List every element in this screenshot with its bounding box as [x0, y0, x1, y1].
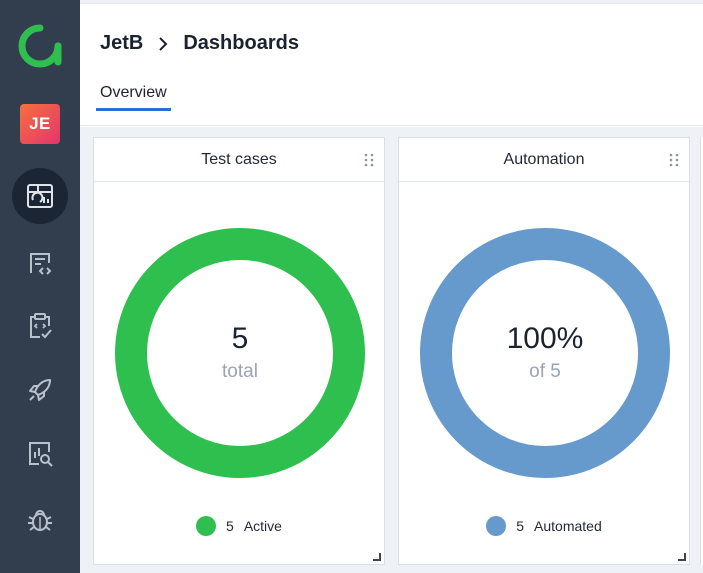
breadcrumb-project[interactable]: JetB	[100, 32, 143, 55]
widget-subtitle: of 5	[529, 361, 561, 382]
donut-chart[interactable]: 5 total	[114, 227, 366, 479]
legend-dot-automated	[486, 516, 507, 536]
sidebar-item-defects[interactable]	[12, 492, 68, 548]
widget-title: Test cases	[94, 138, 384, 182]
breadcrumb-page: Dashboards	[183, 32, 299, 54]
widget-legend: 5 Active	[94, 516, 384, 536]
sidebar: JE	[0, 0, 80, 573]
dashboard-icon	[27, 184, 53, 208]
donut-chart[interactable]: 100% of 5	[419, 227, 671, 479]
widget-title-text: Automation	[503, 150, 585, 168]
page-header: JetB Dashboards Overview	[80, 4, 703, 126]
sidebar-item-launches[interactable]	[12, 362, 68, 418]
tab-overview[interactable]: Overview	[96, 80, 171, 111]
legend-dot-active	[196, 516, 217, 536]
resize-handle-icon[interactable]	[678, 553, 686, 561]
resize-handle-icon[interactable]	[373, 553, 381, 561]
drag-handle-icon[interactable]	[669, 153, 679, 167]
breadcrumb: JetB Dashboards	[100, 32, 299, 55]
drag-handle-icon[interactable]	[364, 153, 374, 167]
bug-icon	[28, 510, 52, 531]
legend-count: 5	[226, 518, 234, 534]
widget-subtitle: total	[222, 361, 258, 382]
widget-value: 100%	[506, 322, 584, 355]
tab-bar: Overview	[96, 80, 171, 111]
chart-search-icon	[29, 442, 53, 467]
widget-title: Automation	[399, 138, 689, 182]
chevron-right-icon	[157, 36, 169, 52]
dashboard-content: Test cases 5 total 5 Active Automation 1…	[80, 127, 703, 573]
sidebar-item-test-plans[interactable]	[12, 298, 68, 354]
legend-label: Active	[243, 518, 282, 534]
widget-automation: Automation 100% of 5 5 Automated	[398, 137, 690, 565]
legend-label: Automated	[534, 518, 602, 534]
rocket-icon	[29, 379, 51, 401]
widget-title-text: Test cases	[201, 150, 277, 168]
sidebar-item-dashboards[interactable]	[12, 168, 68, 224]
avatar[interactable]: JE	[20, 104, 60, 144]
clipboard-check-icon	[30, 313, 52, 339]
widget-value: 5	[231, 322, 249, 355]
sidebar-item-analytics[interactable]	[12, 426, 68, 482]
sidebar-item-test-cases[interactable]	[12, 236, 68, 292]
widget-legend: 5 Automated	[399, 516, 689, 536]
code-document-icon	[30, 253, 52, 275]
widget-test-cases: Test cases 5 total 5 Active	[93, 137, 385, 565]
allure-logo-icon[interactable]	[18, 24, 62, 68]
legend-count: 5	[516, 518, 525, 534]
